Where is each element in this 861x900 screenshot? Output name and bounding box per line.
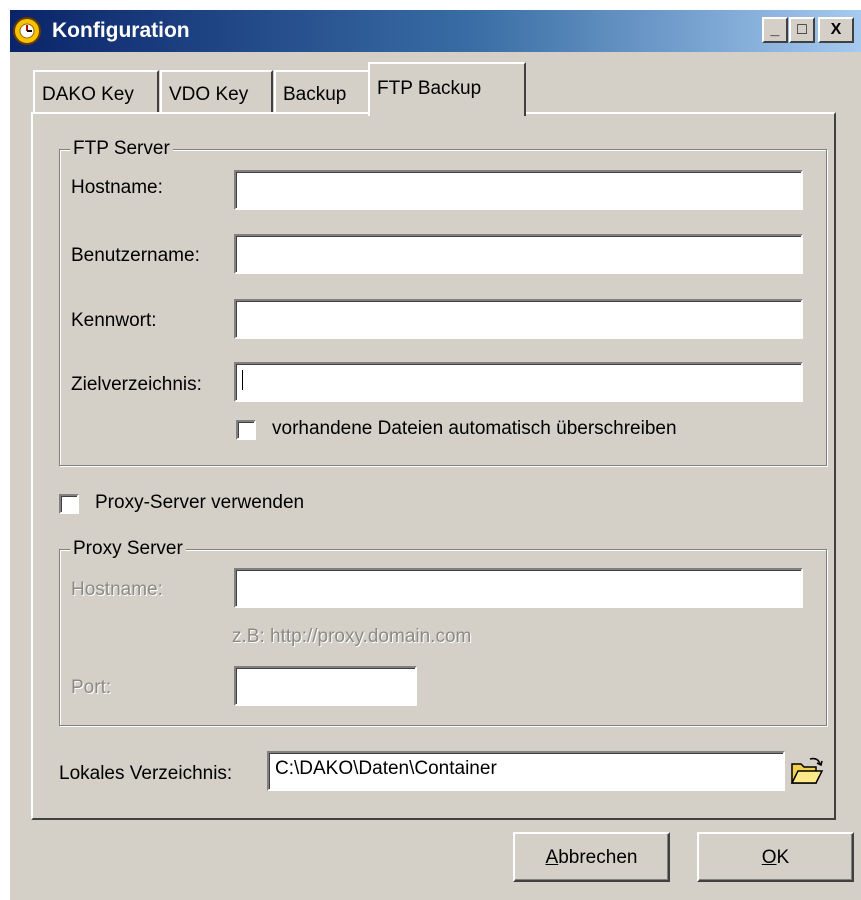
- ftp-backup-panel: FTP Server Hostname: Benutzername: Kennw…: [31, 112, 836, 820]
- ok-button[interactable]: OK: [697, 832, 854, 882]
- ftp-target-dir-input[interactable]: [234, 362, 803, 402]
- minimize-icon: _: [770, 21, 780, 38]
- overwrite-label[interactable]: vorhandene Dateien automatisch überschre…: [272, 418, 677, 440]
- use-proxy-checkbox[interactable]: [59, 494, 79, 514]
- tab-label: FTP Backup: [377, 78, 482, 99]
- ok-label: K: [776, 847, 790, 868]
- close-icon: X: [830, 21, 842, 38]
- tab-label: VDO Key: [169, 84, 249, 105]
- tab-backup[interactable]: Backup: [274, 70, 370, 112]
- window-title: Konfiguration: [52, 19, 190, 42]
- tab-dako-key[interactable]: DAKO Key: [33, 70, 159, 112]
- app-clock-icon: [13, 17, 41, 45]
- cancel-mnemonic: A: [545, 847, 559, 868]
- password-label: Kennwort:: [71, 310, 157, 331]
- cancel-label: bbrechen: [558, 847, 638, 868]
- ftp-username-input[interactable]: [234, 234, 803, 274]
- tab-ftp-backup[interactable]: FTP Backup: [368, 62, 526, 116]
- hostname-label: Hostname:: [71, 177, 163, 198]
- proxy-hostname-input[interactable]: [234, 568, 803, 608]
- target-dir-label: Zielverzeichnis:: [71, 374, 202, 395]
- username-label: Benutzername:: [71, 245, 200, 266]
- use-proxy-label[interactable]: Proxy-Server verwenden: [95, 492, 304, 514]
- local-dir-input[interactable]: C:\DAKO\Daten\Container: [267, 751, 785, 791]
- proxy-example-text: z.B: http://proxy.domain.com: [232, 626, 472, 647]
- tab-label: Backup: [283, 84, 347, 105]
- proxy-port-input[interactable]: [234, 666, 417, 706]
- ftp-hostname-input[interactable]: [234, 170, 803, 210]
- close-button[interactable]: X: [818, 17, 854, 43]
- cancel-button[interactable]: Abbrechen: [513, 832, 670, 882]
- tab-vdo-key[interactable]: VDO Key: [160, 70, 273, 112]
- overwrite-checkbox[interactable]: [236, 420, 256, 440]
- proxy-port-label: Port:: [71, 677, 112, 698]
- tab-label: DAKO Key: [42, 84, 134, 105]
- ftp-password-input[interactable]: [234, 299, 803, 339]
- proxy-server-legend: Proxy Server: [70, 538, 186, 560]
- maximize-icon: □: [797, 21, 807, 38]
- ftp-server-legend: FTP Server: [70, 138, 173, 160]
- open-folder-icon[interactable]: [790, 756, 824, 786]
- proxy-hostname-label: Hostname:: [71, 579, 163, 600]
- local-dir-label: Lokales Verzeichnis:: [59, 763, 233, 784]
- minimize-button[interactable]: _: [762, 17, 788, 43]
- ok-mnemonic: O: [761, 847, 777, 868]
- text-caret: [242, 369, 243, 390]
- maximize-button[interactable]: □: [789, 17, 815, 43]
